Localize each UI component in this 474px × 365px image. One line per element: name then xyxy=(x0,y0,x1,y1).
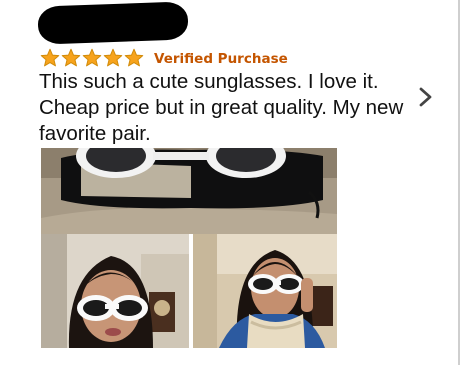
star-icon xyxy=(40,48,60,66)
review-photo-sunglasses[interactable] xyxy=(41,148,337,234)
star-rating xyxy=(40,48,145,71)
star-icon xyxy=(124,48,144,66)
review-photo-selfie-right[interactable] xyxy=(193,234,337,348)
star-icon xyxy=(103,48,123,66)
review-body: This such a cute sunglasses. I love it. … xyxy=(39,70,404,145)
star-icon xyxy=(61,48,81,66)
right-border xyxy=(458,0,460,365)
star-icon xyxy=(82,48,102,66)
rating-row: Verified Purchase xyxy=(40,48,288,70)
reviewer-name-redaction xyxy=(37,1,189,45)
review-photo-selfie-left[interactable] xyxy=(41,234,189,348)
verified-purchase-badge: Verified Purchase xyxy=(154,51,288,67)
chevron-right-icon[interactable] xyxy=(417,86,435,108)
